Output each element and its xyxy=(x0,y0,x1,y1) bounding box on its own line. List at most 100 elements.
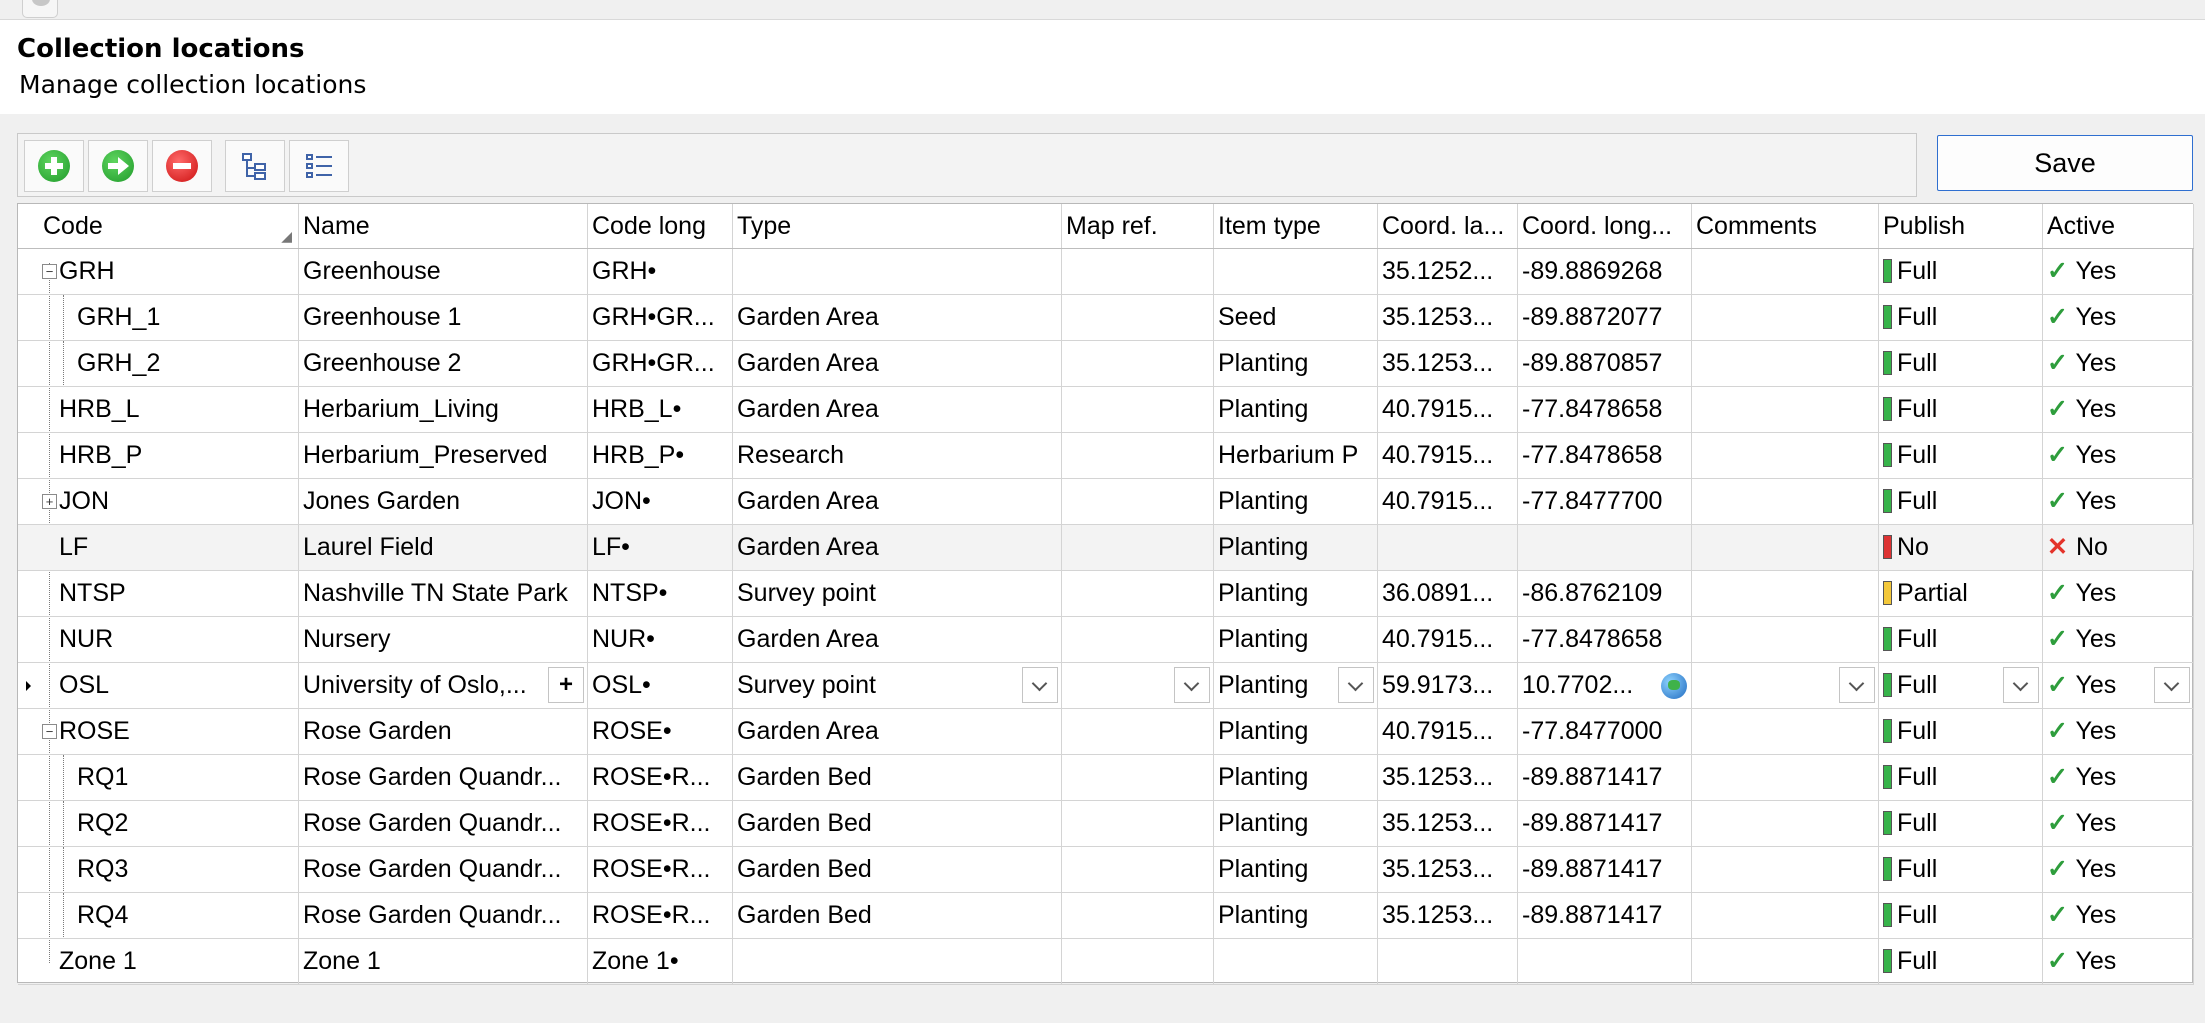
cell-map-ref[interactable] xyxy=(1062,479,1214,524)
cell-code-long[interactable]: GRH•GR... xyxy=(588,295,733,340)
chevron-down-icon[interactable] xyxy=(1022,667,1058,703)
column-header-type[interactable]: Type xyxy=(733,204,1062,248)
cell-type[interactable]: Garden Bed xyxy=(733,755,1062,800)
cell-code[interactable]: GRH_2 xyxy=(39,341,299,386)
cell-publish[interactable]: No xyxy=(1879,525,2043,570)
cell-code-long[interactable]: ROSE•R... xyxy=(588,847,733,892)
table-row[interactable]: + JON Jones Garden JON• Garden Area Planting 4… xyxy=(18,479,2194,525)
cell-type[interactable]: Garden Bed xyxy=(733,801,1062,846)
cell-item-type[interactable]: Planting xyxy=(1214,617,1378,662)
cell-map-ref[interactable] xyxy=(1062,893,1214,938)
row-indicator[interactable] xyxy=(18,939,39,984)
cell-type[interactable]: Research xyxy=(733,433,1062,478)
cell-comments[interactable] xyxy=(1692,249,1879,294)
row-indicator[interactable] xyxy=(18,893,39,938)
cell-comments[interactable] xyxy=(1692,847,1879,892)
cell-publish[interactable]: Full xyxy=(1879,295,2043,340)
cell-map-ref[interactable] xyxy=(1062,847,1214,892)
cell-coord-long[interactable]: -77.8477000 xyxy=(1518,709,1692,754)
cell-active[interactable]: ✓ Yes xyxy=(2043,387,2194,432)
window-tab[interactable] xyxy=(22,0,58,18)
cell-comments[interactable] xyxy=(1692,479,1879,524)
cell-comments[interactable] xyxy=(1692,801,1879,846)
cell-coord-lat[interactable]: 35.1253... xyxy=(1378,801,1518,846)
cell-code[interactable]: RQ2 xyxy=(39,801,299,846)
cell-map-ref[interactable] xyxy=(1062,709,1214,754)
cell-comments[interactable] xyxy=(1692,571,1879,616)
cell-map-ref[interactable] xyxy=(1062,341,1214,386)
cell-code-long[interactable]: NUR• xyxy=(588,617,733,662)
cell-name[interactable]: Rose Garden Quandr... xyxy=(299,801,588,846)
cell-item-type[interactable]: Planting xyxy=(1214,571,1378,616)
cell-coord-lat[interactable]: 40.7915... xyxy=(1378,433,1518,478)
cell-active[interactable]: ✕ No xyxy=(2043,525,2194,570)
cell-comments[interactable] xyxy=(1692,893,1879,938)
cell-type[interactable]: Garden Area xyxy=(733,341,1062,386)
tree-view-button[interactable] xyxy=(225,140,285,192)
row-indicator[interactable] xyxy=(18,249,39,294)
cell-map-ref[interactable] xyxy=(1062,571,1214,616)
cell-comments[interactable] xyxy=(1692,939,1879,984)
column-header-code-long[interactable]: Code long xyxy=(588,204,733,248)
cell-publish[interactable]: Full xyxy=(1879,249,2043,294)
row-indicator[interactable] xyxy=(18,433,39,478)
cell-publish[interactable]: Full xyxy=(1879,663,2043,708)
cell-coord-long[interactable]: -89.8872077 xyxy=(1518,295,1692,340)
cell-publish[interactable]: Full xyxy=(1879,433,2043,478)
column-header-name[interactable]: Name xyxy=(299,204,588,248)
cell-item-type[interactable] xyxy=(1214,939,1378,984)
cell-code-long[interactable]: ROSE•R... xyxy=(588,893,733,938)
remove-button[interactable] xyxy=(152,140,212,192)
cell-type[interactable]: Garden Bed xyxy=(733,847,1062,892)
cell-name[interactable]: Nashville TN State Park xyxy=(299,571,588,616)
cell-map-ref[interactable] xyxy=(1062,433,1214,478)
cell-active[interactable]: ✓ Yes xyxy=(2043,341,2194,386)
column-header-comments[interactable]: Comments xyxy=(1692,204,1879,248)
cell-name[interactable]: Rose Garden xyxy=(299,709,588,754)
cell-publish[interactable]: Full xyxy=(1879,801,2043,846)
row-indicator[interactable] xyxy=(18,387,39,432)
expand-icon[interactable]: + xyxy=(42,494,57,509)
cell-code-long[interactable]: Zone 1• xyxy=(588,939,733,984)
row-indicator[interactable] xyxy=(18,755,39,800)
cell-coord-long[interactable]: -77.8478658 xyxy=(1518,387,1692,432)
cell-comments[interactable] xyxy=(1692,709,1879,754)
cell-active[interactable]: ✓ Yes xyxy=(2043,479,2194,524)
cell-coord-long[interactable] xyxy=(1518,525,1692,570)
cell-active[interactable]: ✓ Yes xyxy=(2043,709,2194,754)
column-header-active[interactable]: Active xyxy=(2043,204,2194,248)
cell-active[interactable]: ✓ Yes xyxy=(2043,801,2194,846)
cell-code-long[interactable]: HRB_L• xyxy=(588,387,733,432)
cell-publish[interactable]: Full xyxy=(1879,847,2043,892)
cell-code[interactable]: Zone 1 xyxy=(39,939,299,984)
cell-item-type[interactable]: Planting xyxy=(1214,525,1378,570)
column-header-item-type[interactable]: Item type xyxy=(1214,204,1378,248)
table-row[interactable]: − GRH Greenhouse GRH• 35.1252... -89.8869268 F… xyxy=(18,249,2194,295)
cell-name[interactable]: Nursery xyxy=(299,617,588,662)
column-header-publish[interactable]: Publish xyxy=(1879,204,2043,248)
cell-coord-lat[interactable]: 35.1253... xyxy=(1378,295,1518,340)
cell-name[interactable]: Greenhouse xyxy=(299,249,588,294)
cell-map-ref[interactable] xyxy=(1062,525,1214,570)
cell-coord-lat[interactable]: 40.7915... xyxy=(1378,387,1518,432)
column-header-coord-long[interactable]: Coord. long... xyxy=(1518,204,1692,248)
cell-coord-long[interactable]: -77.8477700 xyxy=(1518,479,1692,524)
table-row[interactable]: RQ3 Rose Garden Quandr... ROSE•R... Garden … xyxy=(18,847,2194,893)
cell-item-type[interactable]: Planting xyxy=(1214,479,1378,524)
cell-name[interactable]: Zone 1 xyxy=(299,939,588,984)
cell-publish[interactable]: Full xyxy=(1879,939,2043,984)
cell-comments[interactable] xyxy=(1692,295,1879,340)
cell-publish[interactable]: Full xyxy=(1879,755,2043,800)
cell-item-type[interactable]: Planting xyxy=(1214,709,1378,754)
cell-active[interactable]: ✓ Yes xyxy=(2043,663,2194,708)
table-row[interactable]: LF Laurel Field LF• Garden Area Planting No ✕ … xyxy=(18,525,2194,571)
cell-code-long[interactable]: LF• xyxy=(588,525,733,570)
cell-coord-long[interactable]: -89.8869268 xyxy=(1518,249,1692,294)
cell-code[interactable]: NTSP xyxy=(39,571,299,616)
cell-map-ref[interactable] xyxy=(1062,387,1214,432)
table-row[interactable]: HRB_L Herbarium_Living HRB_L• Garden Area Pl… xyxy=(18,387,2194,433)
table-row[interactable]: RQ1 Rose Garden Quandr... ROSE•R... Garden … xyxy=(18,755,2194,801)
row-indicator[interactable] xyxy=(18,663,39,708)
cell-name[interactable]: Greenhouse 2 xyxy=(299,341,588,386)
cell-map-ref[interactable] xyxy=(1062,663,1214,708)
